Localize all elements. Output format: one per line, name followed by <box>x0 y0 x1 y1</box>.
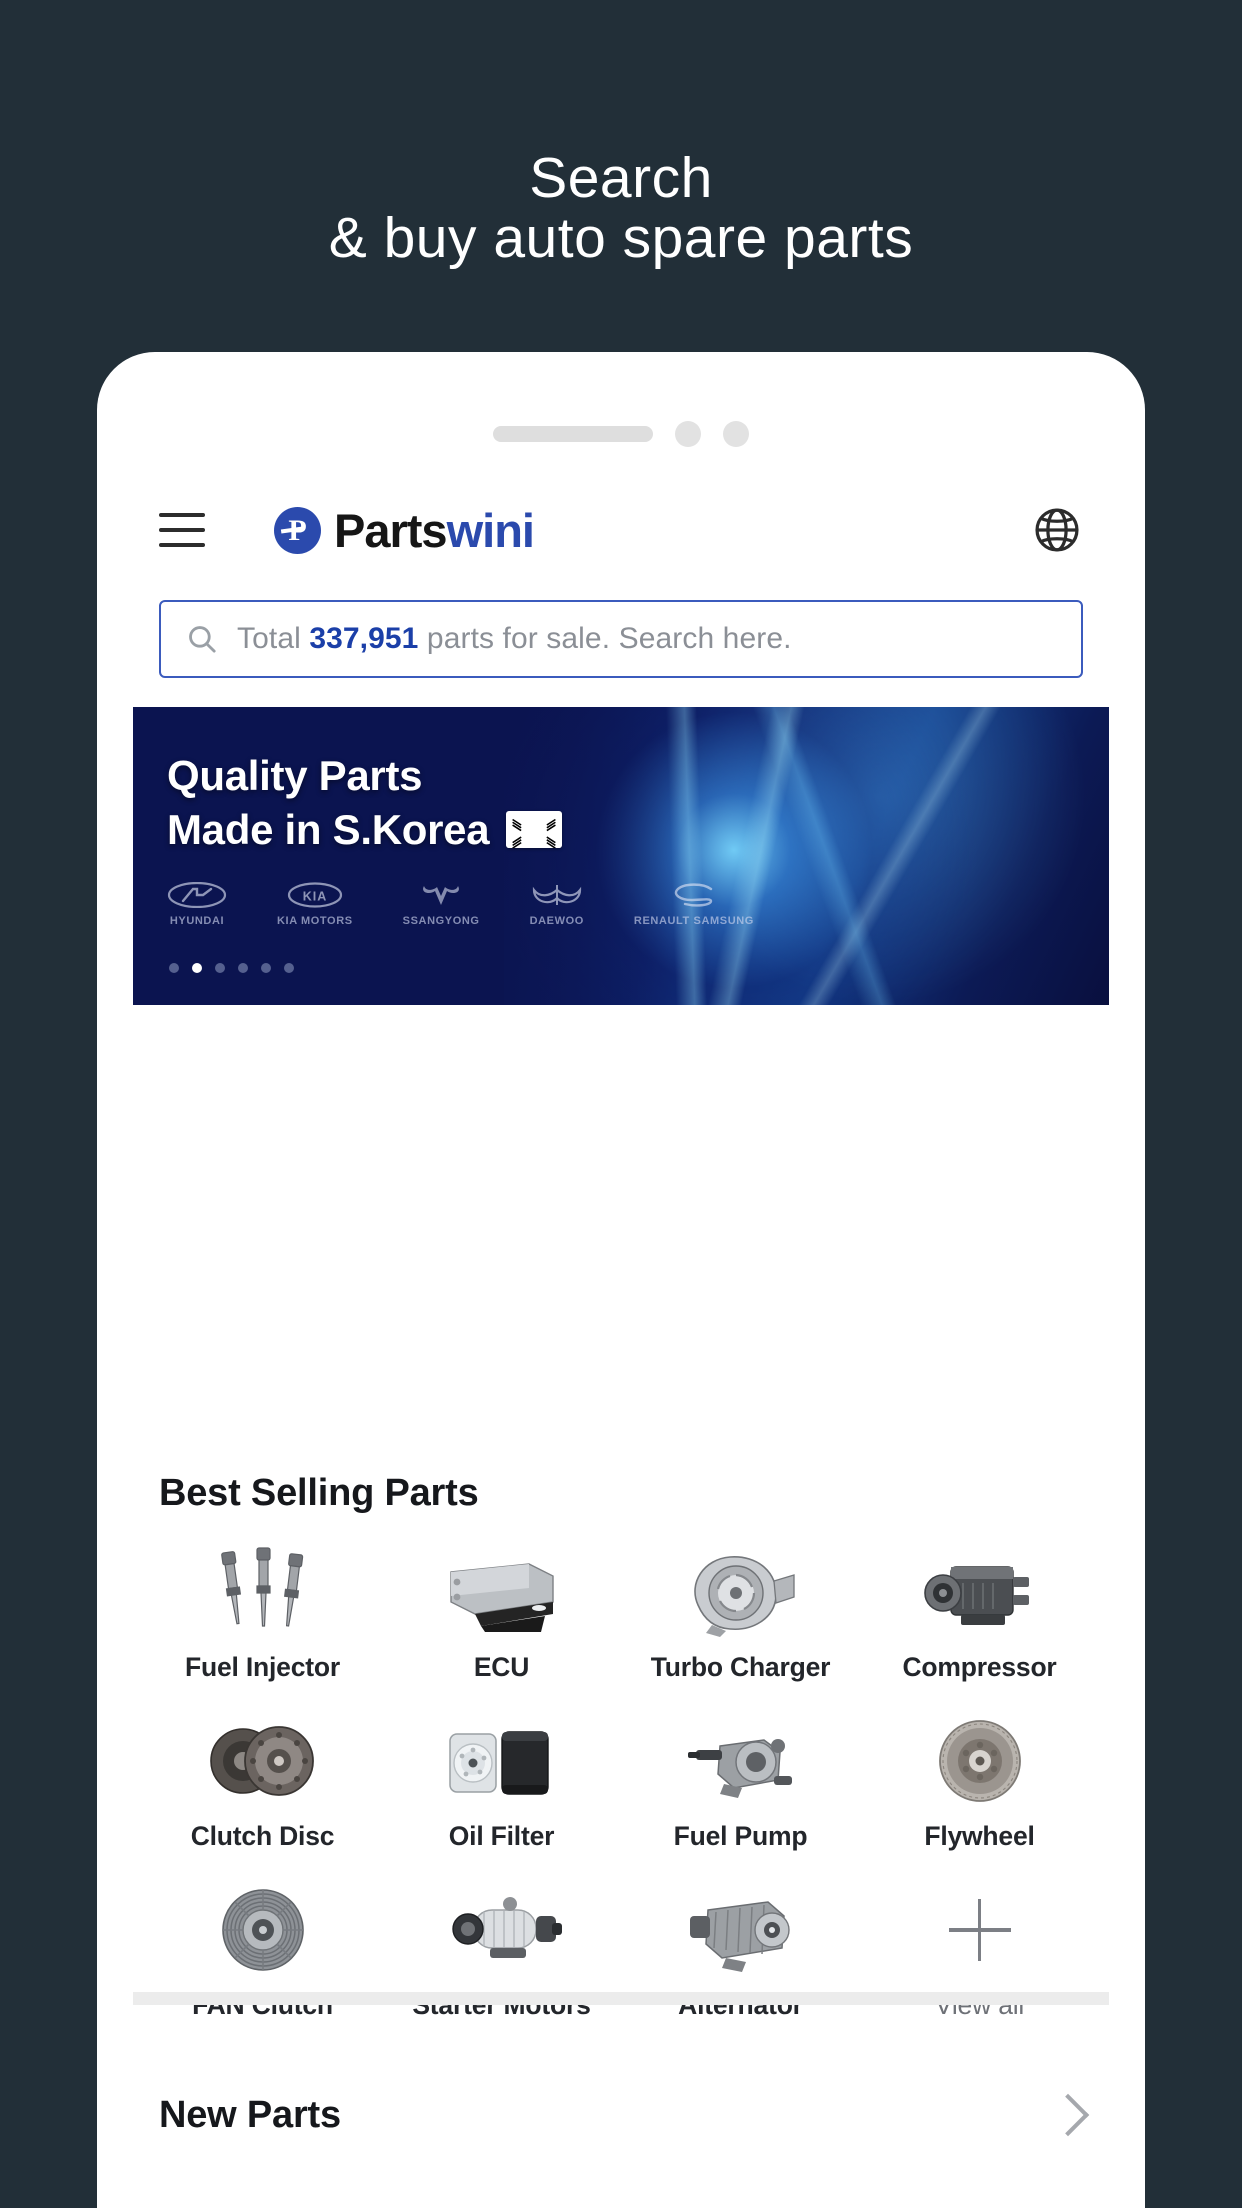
phone-mockup: P Partswini Total 337,951 parts <box>97 352 1145 2208</box>
carousel-dots[interactable] <box>169 963 294 973</box>
category-label: Fuel Injector <box>185 1652 340 1682</box>
brand-name-parts: Parts <box>334 503 448 557</box>
category-label: Oil Filter <box>448 1821 555 1851</box>
carousel-dot[interactable] <box>169 963 179 973</box>
carousel-dot[interactable] <box>261 963 271 973</box>
camera-dot-icon <box>723 421 749 447</box>
banner-headline-line2: Made in S.Korea <box>167 805 490 853</box>
promo-headline: Search & buy auto spare parts <box>0 148 1242 269</box>
carousel-dot-active[interactable] <box>192 963 202 973</box>
new-parts-title: New Parts <box>159 2094 341 2136</box>
category-label: Flywheel <box>924 1821 1035 1851</box>
category-ecu[interactable]: ECU <box>382 1544 621 1683</box>
alternator-icon <box>676 1882 806 1978</box>
banner-brand-logos: HYUNDAI KIA KIA MOTORS SSANGYONG DAEWOO … <box>167 880 754 927</box>
hamburger-menu-icon[interactable] <box>159 513 205 547</box>
category-turbo-charger[interactable]: Turbo Charger <box>621 1544 860 1683</box>
promo-banner-carousel[interactable]: Quality Parts Made in S.Korea HYUNDAI KI… <box>133 707 1109 1005</box>
search-bar[interactable]: Total 337,951 parts for sale. Search her… <box>159 600 1083 678</box>
daewoo-logo-icon: DAEWOO <box>530 880 584 927</box>
best-selling-title: Best Selling Parts <box>159 1472 479 1514</box>
app-header: P Partswini <box>97 482 1145 578</box>
brand-caption: RENAULT SAMSUNG <box>633 915 754 927</box>
plus-icon <box>915 1882 1045 1978</box>
chevron-right-icon[interactable] <box>1046 2093 1090 2137</box>
promo-headline-line2: & buy auto spare parts <box>328 206 914 271</box>
search-ph-prefix: Total <box>237 622 310 655</box>
search-icon <box>189 626 216 653</box>
category-label: Clutch Disc <box>190 1821 335 1851</box>
category-label: Compressor <box>902 1652 1057 1682</box>
carousel-dot[interactable] <box>284 963 294 973</box>
speaker-bar-icon <box>493 426 653 442</box>
brand-name-wini: wini <box>446 503 535 557</box>
category-flywheel[interactable]: Flywheel <box>860 1713 1099 1852</box>
search-ph-suffix: parts for sale. Search here. <box>418 622 792 655</box>
category-label: Turbo Charger <box>650 1652 831 1682</box>
banner-headline-line1: Quality Parts <box>167 752 423 799</box>
fuel-injector-icon <box>198 1544 328 1640</box>
brand-wordmark: Partswini <box>334 503 535 557</box>
south-korea-flag-icon <box>506 811 563 849</box>
brand-caption: DAEWOO <box>529 915 584 927</box>
search-ph-count: 337,951 <box>309 622 419 655</box>
carousel-dot[interactable] <box>238 963 248 973</box>
category-label: ECU <box>473 1652 530 1682</box>
section-divider <box>133 1992 1109 2005</box>
renault-samsung-logo-icon: RENAULT SAMSUNG <box>634 880 754 927</box>
compressor-icon <box>915 1544 1045 1640</box>
brand-caption: SSANGYONG <box>402 915 480 927</box>
promo-headline-line1: Search <box>529 146 713 210</box>
category-fuel-pump[interactable]: Fuel Pump <box>621 1713 860 1852</box>
phone-notch <box>97 414 1145 454</box>
brand-caption: HYUNDAI <box>169 915 225 927</box>
partswini-p-badge-icon: P <box>274 506 321 554</box>
turbo-charger-icon <box>676 1544 806 1640</box>
category-oil-filter[interactable]: Oil Filter <box>382 1713 621 1852</box>
brand-logo[interactable]: P Partswini <box>274 503 535 557</box>
fan-clutch-icon <box>198 1882 328 1978</box>
ecu-icon <box>437 1544 567 1640</box>
oil-filter-icon <box>437 1713 567 1809</box>
flywheel-icon <box>915 1713 1045 1809</box>
clutch-disc-icon <box>198 1713 328 1809</box>
camera-dot-icon <box>675 421 701 447</box>
banner-content: Quality Parts Made in S.Korea <box>133 707 1109 1005</box>
category-fuel-injector[interactable]: Fuel Injector <box>143 1544 382 1683</box>
globe-icon[interactable] <box>1031 504 1083 556</box>
search-input-placeholder[interactable]: Total 337,951 parts for sale. Search her… <box>237 622 792 656</box>
fuel-pump-icon <box>676 1713 806 1809</box>
starter-motor-icon <box>437 1882 567 1978</box>
kia-logo-icon: KIA KIA MOTORS <box>277 880 353 927</box>
category-compressor[interactable]: Compressor <box>860 1544 1099 1683</box>
banner-headline: Quality Parts Made in S.Korea <box>167 749 1109 857</box>
brand-caption: KIA MOTORS <box>277 915 353 927</box>
carousel-dot[interactable] <box>215 963 225 973</box>
svg-text:KIA: KIA <box>303 890 328 904</box>
hyundai-logo-icon: HYUNDAI <box>167 880 227 927</box>
screenshot-stage: Search & buy auto spare parts P Partswin… <box>0 0 1242 2208</box>
ssangyong-logo-icon: SSANGYONG <box>403 880 480 927</box>
category-clutch-disc[interactable]: Clutch Disc <box>143 1713 382 1852</box>
category-label: Fuel Pump <box>673 1821 808 1851</box>
best-selling-grid: Fuel Injector ECU Turbo Charger Compress… <box>143 1544 1099 2021</box>
